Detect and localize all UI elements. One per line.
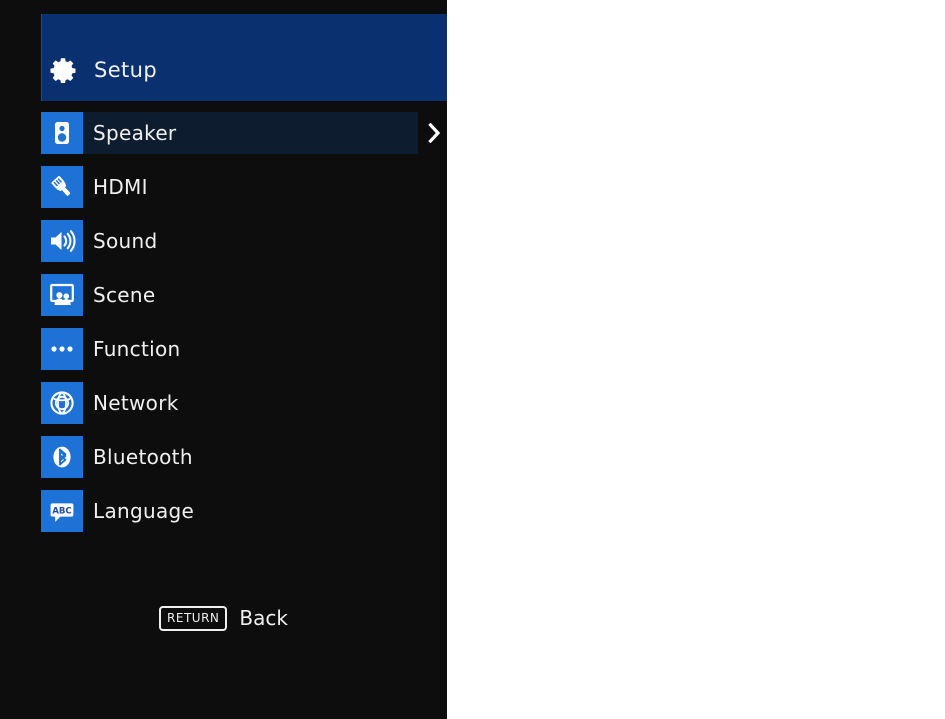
menu-item-network[interactable]: Network xyxy=(0,382,447,424)
three-dots-icon xyxy=(41,328,83,370)
footer-hint: RETURN Back xyxy=(0,603,447,633)
menu-item-label: Language xyxy=(93,499,195,523)
menu-header: Setup xyxy=(41,14,447,101)
gear-icon xyxy=(42,49,84,91)
speaker-cabinet-icon xyxy=(41,112,83,154)
chevron-right-icon[interactable] xyxy=(428,112,441,154)
menu-item-label: Scene xyxy=(93,283,156,307)
bluetooth-icon xyxy=(41,436,83,478)
menu-item-speaker[interactable]: Speaker xyxy=(0,112,447,154)
menu-item-label: Sound xyxy=(93,229,158,253)
setup-menu-list: Speaker HDMI Sound Scene Function Networ… xyxy=(0,112,447,544)
return-key-badge[interactable]: RETURN xyxy=(159,605,228,631)
menu-item-label: Network xyxy=(93,391,179,415)
menu-item-label: Bluetooth xyxy=(93,445,193,469)
svg-text:ABC: ABC xyxy=(52,506,72,516)
menu-item-label: Function xyxy=(93,337,181,361)
menu-item-label: HDMI xyxy=(93,175,148,199)
menu-item-hdmi[interactable]: HDMI xyxy=(0,166,447,208)
abc-speech-bubble-icon: ABC xyxy=(41,490,83,532)
volume-waves-icon xyxy=(41,220,83,262)
menu-item-label: Speaker xyxy=(93,121,177,145)
globe-network-icon xyxy=(41,382,83,424)
footer-action-label: Back xyxy=(239,606,288,630)
page-title: Setup xyxy=(94,57,158,82)
menu-item-sound[interactable]: Sound xyxy=(0,220,447,262)
menu-header-row: Setup xyxy=(42,49,447,91)
menu-item-bluetooth[interactable]: Bluetooth xyxy=(0,436,447,478)
screen-people-icon xyxy=(41,274,83,316)
menu-item-scene[interactable]: Scene xyxy=(0,274,447,316)
setup-osd-panel: Setup Speaker HDMI Sound Scene Function … xyxy=(0,0,447,719)
hdmi-plug-icon xyxy=(41,166,83,208)
menu-item-function[interactable]: Function xyxy=(0,328,447,370)
menu-item-language[interactable]: ABC Language xyxy=(0,490,447,532)
